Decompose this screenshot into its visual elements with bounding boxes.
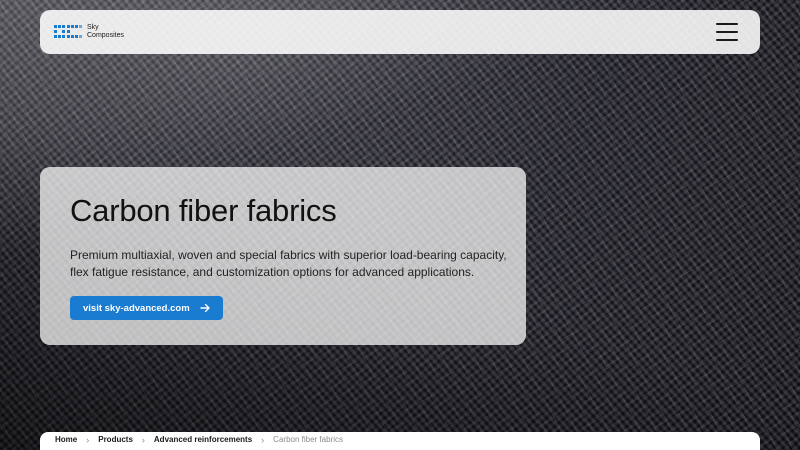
chevron-right-icon: › — [261, 435, 265, 445]
hero-card: Carbon fiber fabrics Premium multiaxial,… — [40, 167, 526, 345]
breadcrumb-products[interactable]: Products — [98, 434, 133, 446]
chevron-right-icon: › — [141, 435, 145, 445]
arrow-right-icon — [199, 303, 210, 313]
hamburger-menu-icon[interactable] — [716, 23, 738, 41]
breadcrumb-home[interactable]: Home — [55, 434, 77, 446]
logo[interactable]: Sky Composites — [54, 23, 124, 41]
breadcrumb: Home › Products › Advanced reinforcement… — [40, 432, 760, 450]
visit-website-button[interactable]: visit sky-advanced.com — [70, 296, 223, 320]
cta-label: visit sky-advanced.com — [83, 302, 190, 314]
page-title: Carbon fiber fabrics — [70, 193, 337, 228]
chevron-right-icon: › — [86, 435, 90, 445]
logo-line-1: Sky — [87, 24, 99, 31]
breadcrumb-advanced-reinforcements[interactable]: Advanced reinforcements — [154, 434, 252, 446]
page: Sky Composites Carbon fiber fabrics Prem… — [0, 0, 800, 450]
logo-text: Sky Composites — [87, 24, 124, 40]
site-header: Sky Composites — [40, 10, 760, 54]
logo-mark-icon — [54, 25, 82, 38]
logo-line-2: Composites — [87, 32, 124, 39]
hero-description: Premium multiaxial, woven and special fa… — [70, 248, 507, 279]
breadcrumb-current: Carbon fiber fabrics — [273, 435, 343, 444]
